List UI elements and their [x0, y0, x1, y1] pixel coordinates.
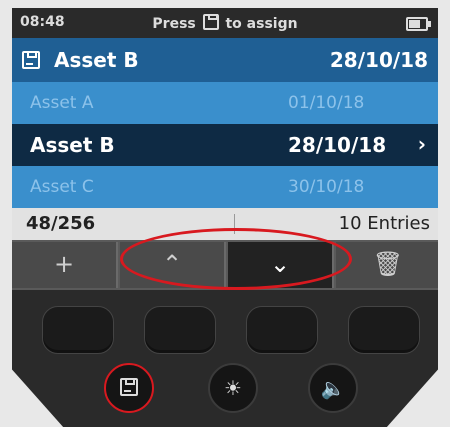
list-item-name: Asset A	[30, 93, 94, 113]
brightness-icon: ☀	[224, 376, 242, 400]
current-asset-name: Asset B	[54, 48, 139, 72]
scroll-down-button[interactable]: ⌄	[228, 242, 334, 288]
divider	[234, 214, 235, 234]
volume-button[interactable]: 🔈	[308, 363, 358, 413]
save-button[interactable]	[104, 363, 154, 413]
list-item-name: Asset B	[30, 133, 115, 157]
memory-count: 48/256	[26, 213, 96, 234]
softkey-bar: + ⌃ ⌄ 🗑	[12, 240, 438, 290]
list-item-date: 01/10/18	[288, 93, 365, 113]
save-icon	[202, 14, 219, 30]
list-footer: 48/256 10 Entries	[12, 208, 438, 240]
chevron-right-icon: ›	[417, 132, 426, 156]
device-screen: 08:48 Press to assign Asset B 28/10/18 A…	[12, 8, 438, 290]
trash-icon: 🗑	[372, 250, 404, 278]
list-item[interactable]: Asset C 30/10/18	[12, 166, 438, 208]
list-item-date: 30/10/18	[288, 177, 365, 197]
save-icon	[22, 51, 40, 69]
entries-count: 10 Entries	[338, 213, 430, 234]
speaker-icon: 🔈	[320, 376, 346, 400]
add-button[interactable]: +	[12, 242, 118, 288]
plus-icon: +	[53, 250, 75, 278]
chevron-down-icon: ⌄	[269, 250, 291, 278]
list-item-name: Asset C	[30, 177, 94, 197]
battery-icon	[406, 17, 431, 31]
list-item-selected[interactable]: Asset B 28/10/18 ›	[12, 124, 438, 166]
device-keypad: ☀ 🔈	[12, 290, 438, 427]
scroll-up-button[interactable]: ⌃	[120, 242, 226, 288]
status-bar: 08:48 Press to assign	[12, 8, 438, 38]
current-asset-header: Asset B 28/10/18	[12, 38, 438, 82]
list-item-date: 28/10/18	[288, 133, 387, 157]
current-asset-date: 28/10/18	[329, 48, 428, 72]
status-message-suffix: to assign	[225, 16, 298, 32]
hardware-softkey-3[interactable]	[246, 306, 318, 354]
hardware-softkey-2[interactable]	[144, 306, 216, 354]
delete-button[interactable]: 🗑	[336, 242, 438, 288]
save-icon	[120, 378, 138, 396]
hardware-softkey-1[interactable]	[42, 306, 114, 354]
brightness-button[interactable]: ☀	[208, 363, 258, 413]
status-message: Press to assign	[12, 14, 438, 32]
list-item[interactable]: Asset A 01/10/18	[12, 82, 438, 124]
status-message-prefix: Press	[152, 16, 196, 32]
hardware-softkey-4[interactable]	[348, 306, 420, 354]
chevron-up-icon: ⌃	[161, 250, 183, 278]
